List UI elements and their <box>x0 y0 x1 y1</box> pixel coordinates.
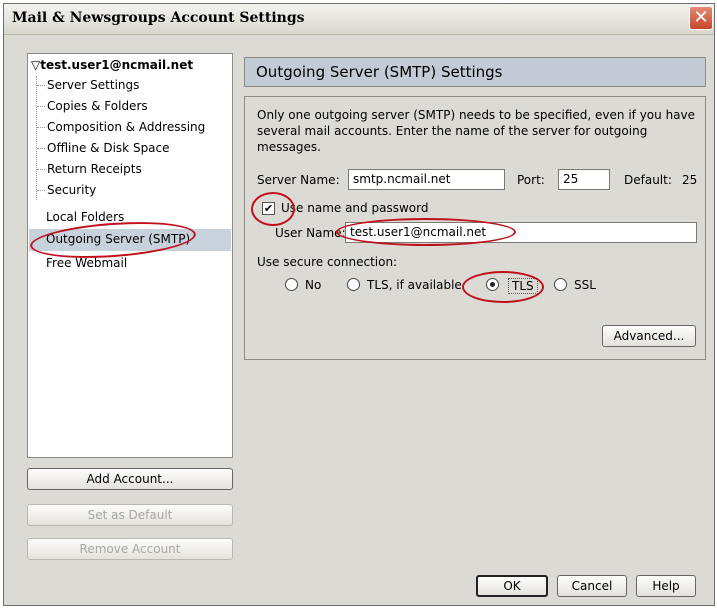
radio-ssl[interactable] <box>554 278 567 291</box>
window-title: Mail & Newsgroups Account Settings <box>12 10 305 26</box>
tree-line <box>37 169 45 170</box>
default-port-label: Default: <box>624 173 672 187</box>
tree-item-local-folders[interactable]: Local Folders <box>46 210 124 224</box>
remove-account-button[interactable]: Remove Account <box>27 538 233 560</box>
default-port-value: 25 <box>682 173 698 187</box>
tree-item-offline-disk[interactable]: Offline & Disk Space <box>47 141 170 155</box>
help-button[interactable]: Help <box>636 575 696 597</box>
cancel-button[interactable]: Cancel <box>557 575 627 597</box>
tree-item-security[interactable]: Security <box>47 183 96 197</box>
tree-item-copies-folders[interactable]: Copies & Folders <box>47 99 148 113</box>
tree-item-free-webmail[interactable]: Free Webmail <box>46 256 127 270</box>
set-default-button[interactable]: Set as Default <box>27 504 233 526</box>
smtp-settings-panel: Outgoing Server (SMTP) Settings Only one… <box>244 57 706 360</box>
use-password-label: Use name and password <box>281 201 429 215</box>
tree-item-return-receipts[interactable]: Return Receipts <box>47 162 142 176</box>
tree-line <box>37 148 45 149</box>
tree-item-account[interactable]: ▽test.user1@ncmail.net <box>31 58 193 72</box>
annotation-ellipse-tls <box>462 271 544 303</box>
secure-connection-label: Use secure connection: <box>257 255 398 269</box>
title-bar: Mail & Newsgroups Account Settings ✕ <box>4 4 714 35</box>
radio-no[interactable] <box>285 278 298 291</box>
panel-description: Only one outgoing server (SMTP) needs to… <box>257 108 696 154</box>
tree-line <box>36 76 37 200</box>
tree-item-server-settings[interactable]: Server Settings <box>47 78 139 92</box>
tree-item-composition[interactable]: Composition & Addressing <box>47 120 205 134</box>
tree-line <box>37 127 45 128</box>
user-name-label: User Name: <box>275 226 346 240</box>
tree-line <box>37 85 45 86</box>
ok-button[interactable]: OK <box>476 575 548 597</box>
annotation-ellipse-checkbox <box>251 192 295 226</box>
server-name-input[interactable]: smtp.ncmail.net <box>348 169 505 190</box>
panel-header: Outgoing Server (SMTP) Settings <box>244 57 706 87</box>
radio-tls-if-available[interactable] <box>347 278 360 291</box>
port-input[interactable]: 25 <box>558 169 610 190</box>
radio-no-label: No <box>305 278 322 292</box>
server-name-label: Server Name: <box>257 173 340 187</box>
port-label: Port: <box>517 173 545 187</box>
tree-line <box>37 190 45 191</box>
add-account-button[interactable]: Add Account... <box>27 468 233 490</box>
radio-tls-if-available-label: TLS, if available <box>367 278 462 292</box>
tree-line <box>37 106 45 107</box>
panel-title: Outgoing Server (SMTP) Settings <box>256 63 503 81</box>
annotation-ellipse-username <box>336 218 516 246</box>
close-icon[interactable]: ✕ <box>689 6 713 30</box>
advanced-button[interactable]: Advanced... <box>602 325 696 347</box>
radio-ssl-label: SSL <box>574 278 596 292</box>
